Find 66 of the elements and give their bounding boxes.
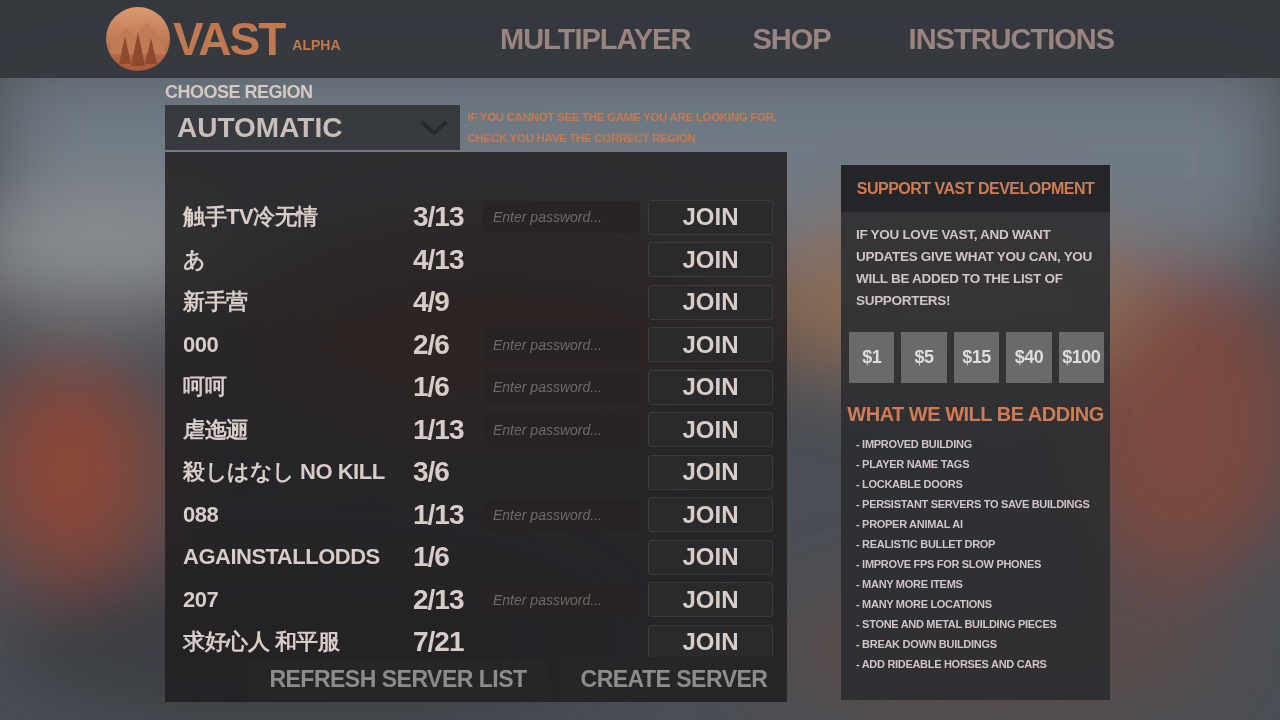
- server-name: AGAINSTALLODDS: [183, 544, 381, 571]
- join-button[interactable]: JOIN: [648, 624, 773, 657]
- roadmap-item: - PLAYER NAME TAGS: [856, 457, 971, 472]
- server-name: 000: [183, 331, 220, 358]
- roadmap-item: - BREAK DOWN BUILDINGS: [856, 637, 998, 652]
- roadmap-item: - LOCKABLE DOORS: [856, 477, 964, 492]
- player-count: 1/6: [413, 371, 450, 404]
- password-field[interactable]: Enter password...: [483, 371, 640, 404]
- alpha-label: ALPHA: [292, 37, 341, 53]
- roadmap-item: - REALISTIC BULLET DROP: [856, 537, 997, 552]
- server-name: 触手TV冷无情: [183, 203, 319, 232]
- join-button[interactable]: JOIN: [648, 412, 773, 448]
- password-field[interactable]: Enter password...: [483, 413, 640, 446]
- roadmap-item: - IMPROVED BUILDING: [856, 437, 973, 452]
- server-name: 虐迤逦: [183, 415, 249, 444]
- roadmap-item: - MANY MORE LOCATIONS: [856, 597, 993, 612]
- action-button[interactable]: REFRESH SERVER LIST: [249, 659, 547, 699]
- server-name: 新手营: [183, 288, 249, 317]
- join-button[interactable]: JOIN: [648, 242, 773, 278]
- donate-button[interactable]: $5: [901, 332, 947, 383]
- password-field[interactable]: Enter password...: [483, 328, 640, 361]
- server-name: 207: [183, 586, 220, 613]
- donate-button[interactable]: $100: [1058, 332, 1105, 383]
- password-field[interactable]: Enter password...: [483, 498, 640, 531]
- player-count: 4/13: [413, 243, 465, 276]
- region-hint: IF YOU CANNOT SEE THE GAME YOU ARE LOOKING FOR, CHECK YOU HAVE THE CORRECT REGION: [467, 109, 778, 146]
- server-name: 求好心人 和平服: [183, 628, 341, 657]
- server-name: 088: [183, 501, 220, 528]
- player-count: 7/21: [413, 626, 465, 657]
- join-button[interactable]: JOIN: [648, 327, 773, 363]
- support-title: SUPPORT VAST DEVELOPMENT: [856, 179, 1095, 198]
- roadmap-item: - STONE AND METAL BUILDING PIECES: [856, 617, 1058, 632]
- server-name: 殺しはなし NO KILL: [183, 458, 386, 487]
- player-count: 3/13: [413, 201, 465, 234]
- player-count: 3/6: [413, 456, 450, 489]
- roadmap-item: - MANY MORE ITEMS: [856, 577, 964, 592]
- password-field[interactable]: Enter password...: [483, 583, 640, 616]
- roadmap-item: - IMPROVE FPS FOR SLOW PHONES: [856, 557, 1043, 572]
- player-count: 2/6: [413, 328, 450, 361]
- join-button[interactable]: JOIN: [648, 497, 773, 533]
- player-count: 1/13: [413, 413, 465, 446]
- roadmap-item: - PERSISTANT SERVERS TO SAVE BUILDINGS: [856, 497, 1091, 512]
- player-count: 4/9: [413, 286, 450, 319]
- join-button[interactable]: JOIN: [648, 284, 773, 320]
- join-button[interactable]: JOIN: [648, 199, 773, 235]
- support-text: IF YOU LOVE VAST, AND WANT UPDATES GIVE WHAT YOU CAN, YOU WILL BE ADDED TO THE LIST OF SUPPORTERS!: [856, 226, 1094, 310]
- donate-button[interactable]: $15: [953, 332, 1000, 383]
- player-count: 2/13: [413, 583, 465, 616]
- roadmap-item: - ADD RIDEABLE HORSES AND CARS: [856, 657, 1048, 672]
- region-label: CHOOSE REGION: [165, 82, 314, 104]
- roadmap-title: WHAT WE WILL BE ADDING: [846, 403, 1105, 426]
- password-field[interactable]: Enter password...: [483, 201, 640, 234]
- donate-button[interactable]: $40: [1006, 332, 1052, 383]
- join-button[interactable]: JOIN: [648, 369, 773, 405]
- player-count: 1/13: [413, 498, 465, 531]
- server-name: あ: [183, 245, 207, 274]
- join-button[interactable]: JOIN: [648, 454, 773, 490]
- player-count: 1/6: [413, 541, 450, 574]
- server-name: 呵呵: [183, 373, 228, 402]
- roadmap-item: - PROPER ANIMAL AI: [856, 517, 964, 532]
- join-button[interactable]: JOIN: [648, 582, 773, 618]
- forest-logo-icon: [105, 6, 171, 72]
- donate-button[interactable]: $1: [849, 332, 895, 383]
- logo-text: VAST: [173, 12, 285, 66]
- region-dropdown[interactable]: AUTOMATIC: [165, 105, 460, 150]
- join-button[interactable]: JOIN: [648, 539, 773, 575]
